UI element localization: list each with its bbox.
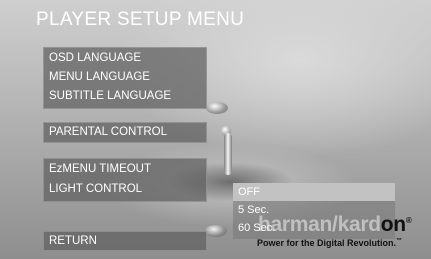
menu-item-osd-language[interactable]: OSD LANGUAGE: [44, 49, 206, 68]
player-setup-screen: PLAYER SETUP MENU OSD LANGUAGE MENU LANG…: [0, 0, 431, 259]
registered-mark: ®: [405, 216, 412, 225]
menu-item-subtitle-language[interactable]: SUBTITLE LANGUAGE: [44, 87, 206, 106]
menu-item-ezmenu-timeout[interactable]: EzMENU TIMEOUT: [44, 159, 206, 179]
brand-logo: harman/kardon®: [258, 213, 412, 237]
brand-tagline-text: Power for the Digital Revolution.: [257, 238, 397, 248]
menu-item-return[interactable]: RETURN: [44, 232, 206, 250]
brand-logo-end: on: [380, 213, 406, 236]
page-title: PLAYER SETUP MENU: [36, 9, 245, 30]
menu-item-menu-language[interactable]: MENU LANGUAGE: [44, 68, 206, 87]
trademark-mark: ™: [396, 238, 403, 244]
menu-item-parental-control[interactable]: PARENTAL CONTROL: [44, 123, 206, 142]
language-menu-group: OSD LANGUAGE MENU LANGUAGE SUBTITLE LANG…: [43, 47, 207, 109]
menu-item-light-control[interactable]: LIGHT CONTROL: [44, 179, 206, 199]
brand-tagline: Power for the Digital Revolution.™: [257, 238, 402, 248]
timeout-menu-group: EzMENU TIMEOUT LIGHT CONTROL: [43, 158, 207, 202]
brand-logo-start: harman/kard: [258, 213, 381, 236]
option-off[interactable]: OFF: [233, 183, 395, 201]
water-droplet-icon: [205, 225, 227, 237]
water-droplet-icon: [206, 102, 228, 114]
water-splash-column: [224, 133, 232, 175]
return-menu-group: RETURN: [43, 231, 207, 251]
parental-menu-group: PARENTAL CONTROL: [43, 122, 207, 143]
